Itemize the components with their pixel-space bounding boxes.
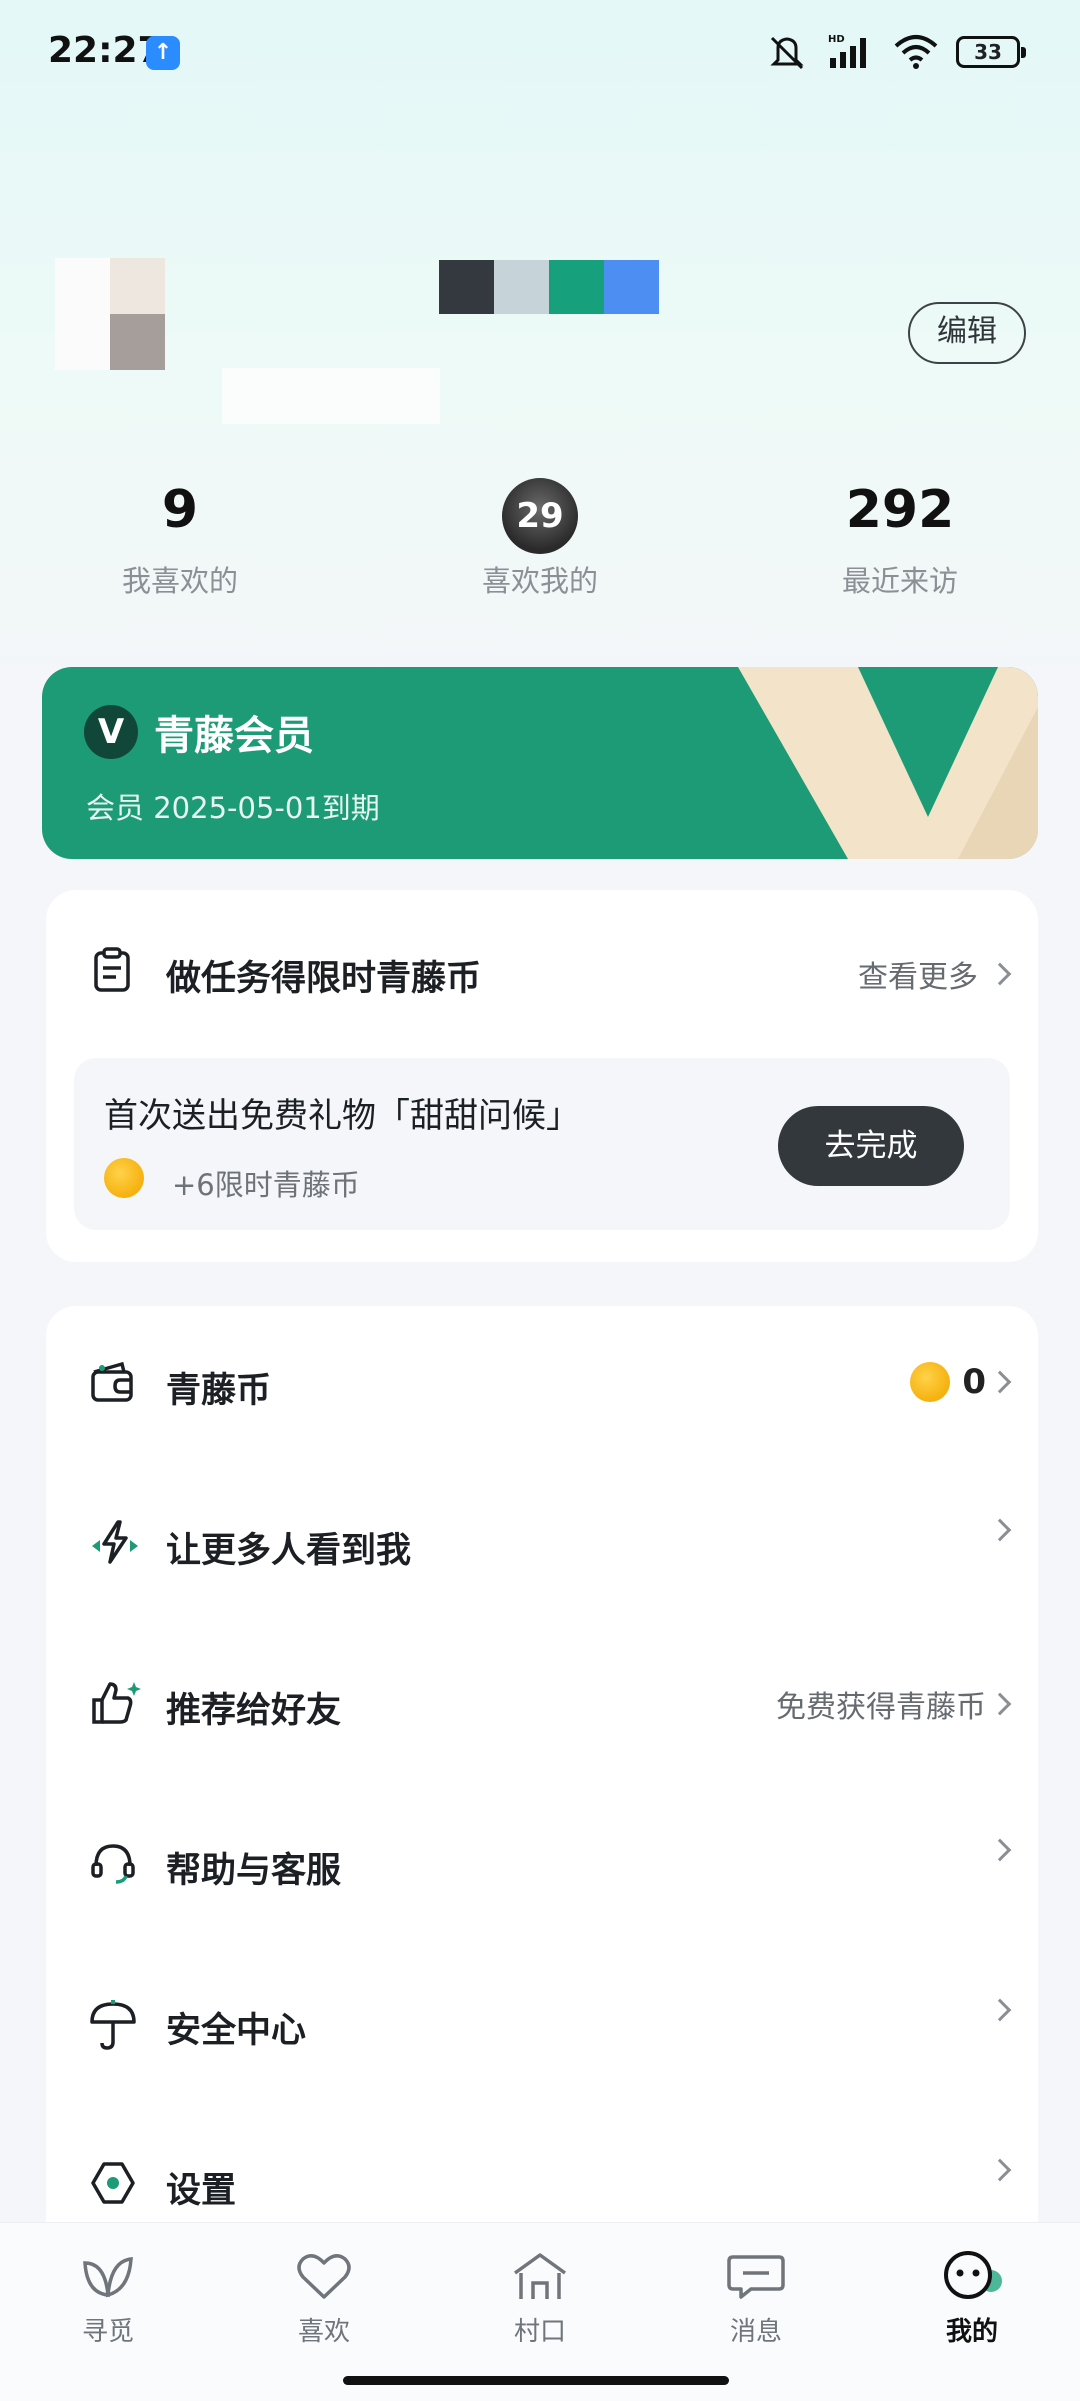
wallet-icon [91, 1361, 133, 1402]
stat-label: 我喜欢的 [121, 564, 238, 598]
nav-tab-messages[interactable]: 消息 [648, 2249, 864, 2348]
nav-tab-me[interactable]: 我的 [864, 2249, 1080, 2348]
mute-icon [770, 36, 804, 70]
stat-liked-me[interactable]: 29 喜欢我的 [360, 470, 720, 600]
stat-recent-visitors[interactable]: 292 最近来访 [720, 470, 1080, 600]
lightning-icon [92, 1520, 138, 1564]
chevron-right-icon [988, 1518, 1012, 1542]
svg-text:HD: HD [828, 34, 845, 45]
battery-icon: 33 [956, 36, 1026, 68]
status-bar: 22:27 ↑ HD 33 [0, 0, 1080, 106]
menu-item-security[interactable]: 安全中心 [46, 1946, 1038, 2106]
coin-icon [104, 1158, 144, 1198]
task-item-title: 首次送出免费礼物「甜甜问候」 [104, 1096, 580, 1136]
chevron-right-icon [988, 962, 1012, 986]
nav-tab-village[interactable]: 村口 [432, 2249, 648, 2348]
menu-item-coins[interactable]: 青藤币 0 [46, 1306, 1038, 1466]
bottom-navigation: 寻觅 喜欢 村口 消息 我的 [0, 2222, 1080, 2401]
stat-label: 最近来访 [841, 564, 958, 598]
coin-icon [910, 1362, 951, 1402]
stat-value: 9 [161, 480, 199, 540]
task-card: 做任务得限时青藤币 查看更多 首次送出免费礼物「甜甜问候」 +6限时青藤币 去完… [46, 890, 1038, 1262]
stat-i-liked[interactable]: 9 我喜欢的 [0, 470, 360, 600]
message-icon [727, 2255, 785, 2299]
task-item: 首次送出免费礼物「甜甜问候」 +6限时青藤币 去完成 [74, 1058, 1010, 1230]
go-complete-button[interactable]: 去完成 [778, 1106, 964, 1186]
menu-label: 青藤币 [166, 1371, 272, 1411]
view-more-label: 查看更多 [858, 960, 978, 995]
nav-label: 寻觅 [81, 2317, 134, 2347]
clipboard-icon [94, 947, 130, 992]
edit-profile-button[interactable]: 编辑 [908, 302, 1026, 364]
menu-item-help[interactable]: 帮助与客服 [46, 1786, 1038, 1946]
user-info-redacted [222, 368, 440, 424]
user-avatar[interactable] [55, 258, 165, 370]
liked-me-avatar-count: 29 [502, 478, 578, 554]
settings-hexagon-icon [91, 2162, 135, 2204]
recommend-hint: 免费获得青藤币 [776, 1690, 986, 1725]
task-reward: +6限时青藤币 [172, 1168, 360, 1202]
chevron-right-icon [988, 1838, 1012, 1862]
menu-item-boost[interactable]: 让更多人看到我 [46, 1466, 1038, 1626]
nav-label: 我的 [945, 2317, 998, 2347]
thumbs-up-icon [92, 1682, 141, 1724]
wifi-icon [894, 35, 938, 69]
nav-label: 喜欢 [297, 2317, 350, 2347]
menu-label: 让更多人看到我 [166, 1531, 412, 1571]
chevron-right-icon [988, 2158, 1012, 2182]
user-name-redacted [439, 260, 659, 314]
vip-expiry: 会员 2025-05-01到期 [86, 791, 380, 825]
vip-logo-icon: V [84, 705, 138, 759]
nav-label: 村口 [513, 2317, 566, 2347]
chevron-right-icon [988, 1998, 1012, 2022]
menu-label: 设置 [166, 2171, 237, 2211]
stat-value: 292 [845, 480, 955, 540]
nav-label: 消息 [729, 2317, 782, 2347]
vip-membership-banner[interactable]: V 青藤会员 会员 2025-05-01到期 [42, 667, 1038, 859]
chevron-right-icon [988, 1370, 1012, 1394]
headset-icon [91, 1844, 135, 1884]
vip-decoration [738, 667, 1038, 859]
house-icon [513, 2253, 567, 2299]
profile-face-icon [944, 2251, 1002, 2299]
menu-label: 安全中心 [166, 2011, 307, 2051]
coin-balance: 0 [962, 1362, 986, 1402]
heart-icon [297, 2254, 351, 2299]
task-section-title: 做任务得限时青藤币 [166, 959, 482, 999]
vip-title: 青藤会员 [154, 713, 314, 759]
menu-label: 帮助与客服 [166, 1851, 342, 1891]
umbrella-icon [90, 2000, 136, 2050]
menu-label: 推荐给好友 [166, 1691, 342, 1731]
profile-stats: 9 我喜欢的 29 喜欢我的 292 最近来访 [0, 470, 1080, 600]
nav-tab-explore[interactable]: 寻觅 [0, 2249, 216, 2348]
upload-notification-icon: ↑ [146, 36, 180, 70]
nav-tab-likes[interactable]: 喜欢 [216, 2249, 432, 2348]
chevron-right-icon [988, 1692, 1012, 1716]
status-icons: HD 33 [766, 32, 1026, 72]
menu-list: 青藤币 0 让更多人看到我 推荐给好友 免费获得青藤币 帮助与客服 安全中心 设… [46, 1306, 1038, 2246]
stat-label: 喜欢我的 [481, 564, 598, 598]
menu-item-recommend[interactable]: 推荐给好友 免费获得青藤币 [46, 1626, 1038, 1786]
view-more-link[interactable]: 查看更多 [858, 952, 1012, 996]
hd-signal-icon: HD [828, 34, 866, 68]
home-indicator[interactable] [343, 2376, 729, 2385]
leaf-icon [83, 2257, 133, 2298]
